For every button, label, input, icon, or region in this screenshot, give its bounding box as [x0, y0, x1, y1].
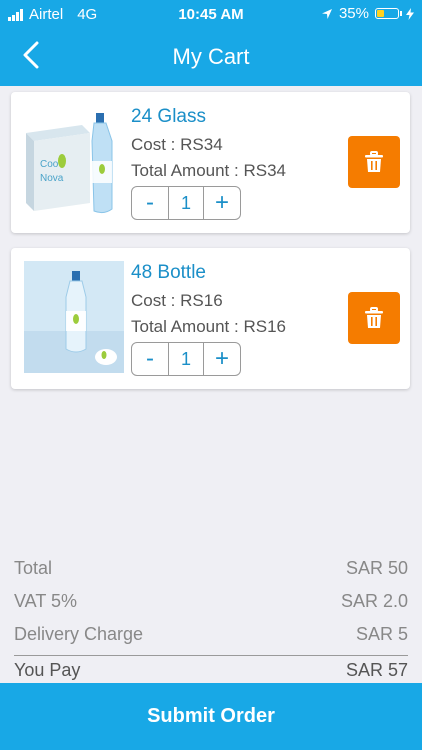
charging-icon — [406, 7, 414, 20]
vat-value: SAR 2.0 — [340, 591, 408, 611]
svg-text:Coo: Coo — [40, 159, 59, 170]
product-cost: Cost : RS16 — [131, 291, 223, 310]
delivery-label: Delivery Charge — [14, 624, 144, 644]
increase-button[interactable]: + — [204, 187, 240, 219]
delete-button[interactable] — [348, 292, 400, 344]
product-name: 48 Bottle — [131, 262, 206, 283]
product-name: 24 Glass — [131, 106, 206, 127]
product-total: Total Amount : RS16 — [131, 317, 286, 336]
product-image — [24, 261, 124, 373]
summary-row-total: Total SAR 50 — [14, 558, 408, 591]
trash-icon — [365, 151, 383, 172]
order-summary: Total SAR 50 VAT 5% SAR 2.0 Delivery Cha… — [14, 558, 408, 681]
quantity-value: 1 — [168, 343, 204, 375]
increase-button[interactable]: + — [204, 343, 240, 375]
quantity-value: 1 — [168, 187, 204, 219]
vat-label: VAT 5% — [14, 591, 78, 611]
delete-button[interactable] — [348, 136, 400, 188]
submit-order-button[interactable]: Submit Order — [0, 683, 422, 750]
product-image: Coo Nova — [24, 105, 124, 217]
summary-row-vat: VAT 5% SAR 2.0 — [14, 591, 408, 624]
battery-percent: 35% — [338, 5, 369, 22]
pay-label: You Pay — [14, 660, 81, 680]
decrease-button[interactable]: - — [132, 343, 168, 375]
product-cost: Cost : RS34 — [131, 135, 223, 154]
quantity-stepper: - 1 + — [131, 186, 241, 220]
decrease-button[interactable]: - — [132, 187, 168, 219]
cart-item: 48 Bottle Cost : RS16 Total Amount : RS1… — [11, 248, 410, 389]
app-header: Airtel 4G 10:45 AM 35% My Cart — [0, 0, 422, 86]
status-right: 35% — [321, 5, 414, 22]
summary-row-pay: You Pay SAR 57 — [14, 660, 408, 681]
location-icon — [321, 8, 332, 19]
battery-icon — [375, 8, 399, 19]
product-total: Total Amount : RS34 — [131, 161, 286, 180]
total-label: Total — [14, 558, 53, 578]
total-value: SAR 50 — [345, 558, 408, 578]
summary-row-delivery: Delivery Charge SAR 5 — [14, 624, 408, 657]
delivery-value: SAR 5 — [355, 624, 408, 644]
status-bar: Airtel 4G 10:45 AM 35% — [0, 0, 422, 28]
quantity-stepper: - 1 + — [131, 342, 241, 376]
cart-item: Coo Nova 24 Glass Cost : RS34 Total Amou… — [11, 92, 410, 233]
pay-value: SAR 57 — [345, 660, 408, 680]
trash-icon — [365, 307, 383, 328]
svg-text:Nova: Nova — [40, 173, 64, 184]
page-title: My Cart — [172, 44, 250, 69]
